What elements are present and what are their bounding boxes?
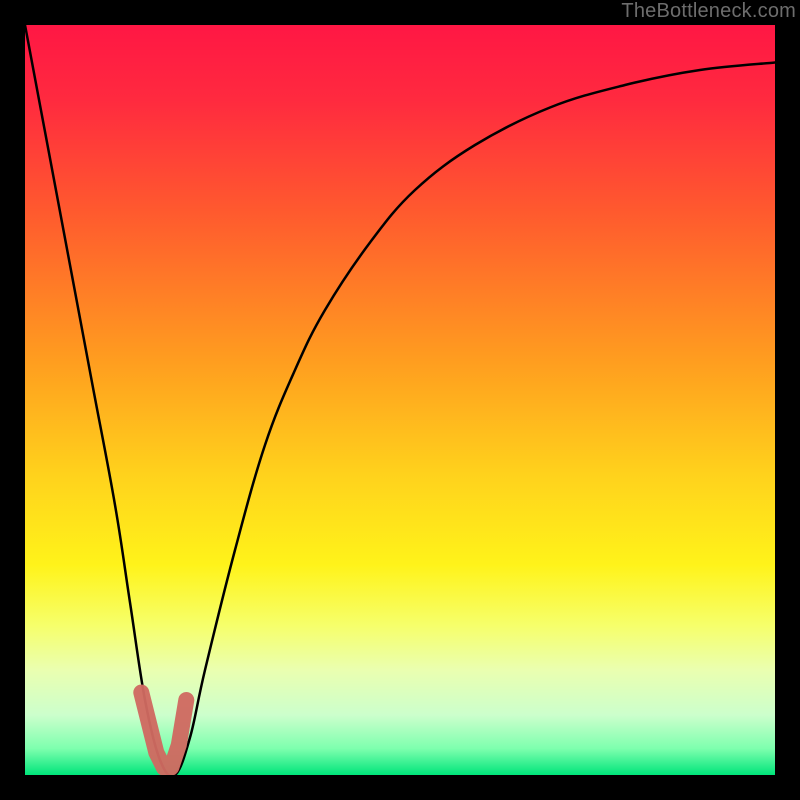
chart-curves [25, 25, 775, 775]
plot-area [25, 25, 775, 775]
highlight-marker [141, 693, 186, 768]
bottleneck-curve [25, 25, 775, 775]
chart-frame: TheBottleneck.com [0, 0, 800, 800]
watermark-text: TheBottleneck.com [621, 0, 796, 23]
